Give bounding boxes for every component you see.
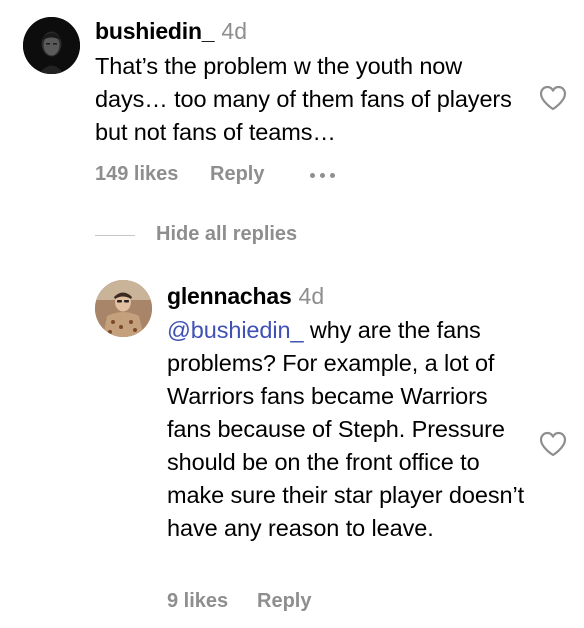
like-reply-button[interactable] bbox=[539, 431, 567, 462]
comment-like-count[interactable]: 149 likes bbox=[95, 163, 178, 186]
reply-text-content: why are the fans problems? For example, … bbox=[167, 317, 524, 541]
comment-avatar[interactable] bbox=[23, 17, 80, 74]
reply-like-count[interactable]: 9 likes bbox=[167, 590, 228, 613]
heart-outline-icon bbox=[539, 85, 567, 111]
reply-mention-link[interactable]: @bushiedin_ bbox=[167, 317, 304, 343]
comment-more-button[interactable] bbox=[310, 160, 335, 190]
reply-reply-button[interactable]: Reply bbox=[257, 590, 311, 613]
reply-username[interactable]: glennachas bbox=[167, 283, 292, 309]
reply-timestamp: 4d bbox=[298, 283, 325, 309]
comment-text: That’s the problem w the youth now days…… bbox=[95, 53, 512, 145]
like-comment-button[interactable] bbox=[539, 85, 567, 116]
more-horizontal-icon bbox=[310, 160, 335, 190]
hide-replies-button[interactable]: Hide all replies bbox=[156, 223, 297, 246]
avatar-image bbox=[95, 280, 152, 337]
reply-text: @bushiedin_ why are the fans problems? F… bbox=[167, 314, 537, 545]
heart-outline-icon bbox=[539, 431, 567, 457]
replies-divider bbox=[95, 235, 135, 236]
reply-avatar[interactable] bbox=[95, 280, 152, 337]
reply-header: glennachas 4d bbox=[167, 283, 324, 310]
comment-username[interactable]: bushiedin_ bbox=[95, 18, 215, 44]
comment-reply-button[interactable]: Reply bbox=[210, 163, 264, 186]
comment-timestamp: 4d bbox=[221, 18, 247, 44]
avatar-image bbox=[23, 17, 80, 74]
comment-header: bushiedin_ 4d bbox=[95, 18, 247, 45]
